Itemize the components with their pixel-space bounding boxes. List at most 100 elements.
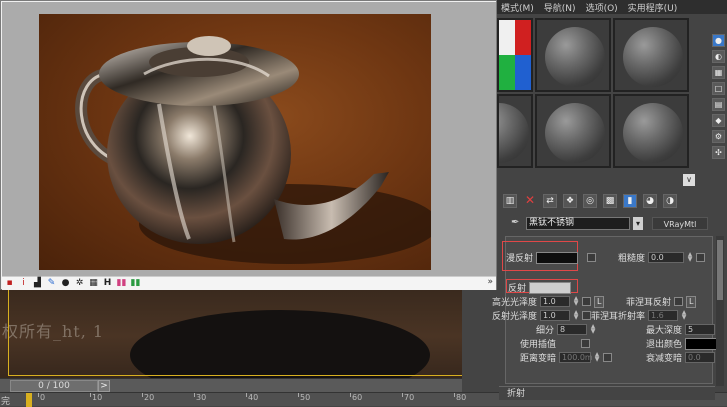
max-depth-label: 最大深度 <box>646 326 683 336</box>
subdivs-label: 细分 <box>536 326 555 336</box>
spinner-arrows-icon[interactable]: ▲▼ <box>590 324 596 335</box>
video-color-icon[interactable]: ▤ <box>712 98 725 111</box>
material-name-field[interactable]: 黑钛不锈钢 <box>526 216 630 230</box>
sphere-preview <box>545 27 605 87</box>
ruler-tick: 40 <box>245 393 259 402</box>
reflect-label: 反射 <box>508 284 527 294</box>
material-toolbar: ▥ ✕ ⇄ ❖ ◎ ▩ ▮ ◕ ◑ <box>499 192 707 210</box>
render-canvas <box>2 2 496 276</box>
fresnel-ior-label: 菲涅耳折射率 <box>591 312 646 322</box>
material-type-button[interactable]: VRayMtl <box>652 216 708 230</box>
ruler-tick: 50 <box>297 393 311 402</box>
show-map-icon[interactable]: ▩ <box>603 194 617 208</box>
dist-dim-spinner[interactable]: 100.0m <box>559 352 593 363</box>
fresnel-lock-button[interactable]: L <box>686 295 697 308</box>
refl-gloss-map-button[interactable] <box>582 311 592 320</box>
dim-falloff-spinner[interactable]: 0.0 <box>685 352 716 363</box>
spinner-arrows-icon[interactable]: ▲▼ <box>573 310 579 321</box>
ruler-tick: 10 <box>89 393 103 402</box>
spinner-arrows-icon[interactable]: ▲▼ <box>594 352 600 363</box>
time-slider[interactable]: 0 / 100 <box>10 380 98 392</box>
reflect-color-swatch[interactable] <box>529 281 572 294</box>
options-icon[interactable]: ⚙ <box>712 130 725 143</box>
put-library-icon[interactable]: ❖ <box>563 194 577 208</box>
menu-utilities[interactable]: 实用程序(U) <box>628 1 678 14</box>
select-by-material-icon[interactable]: ✣ <box>712 146 725 159</box>
region-icon[interactable]: ▟ <box>32 278 43 289</box>
refl-gloss-spinner[interactable]: 1.0 <box>540 310 571 321</box>
menu-modes[interactable]: 模式(M) <box>501 1 534 14</box>
uv-tiling-icon[interactable]: □ <box>712 82 725 95</box>
hilight-gloss-map-button[interactable] <box>582 297 592 306</box>
eyedropper-icon[interactable]: ✒ <box>511 217 523 229</box>
roughness-spinner[interactable]: 0.0 <box>648 252 685 263</box>
material-slot[interactable] <box>535 94 611 168</box>
go-to-parent-icon[interactable]: ◕ <box>643 194 657 208</box>
use-interp-checkbox[interactable] <box>581 339 591 348</box>
side-toolbar: ● ◐ ▦ □ ▤ ◆ ⚙ ✣ <box>710 34 727 159</box>
compare-icon[interactable]: ▮▮ <box>130 278 141 289</box>
assign-icon[interactable]: ⇄ <box>543 194 557 208</box>
ruler-tick: 80 <box>453 393 467 402</box>
refraction-section-header[interactable]: 折射 <box>499 386 715 400</box>
fresnel-ior-spinner[interactable]: 1.6 <box>648 310 679 321</box>
time-marker <box>26 393 32 407</box>
info-icon[interactable]: i <box>18 278 29 289</box>
teapot-render <box>75 36 431 264</box>
material-name-bar: ✒ 黑钛不锈钢 ▾ VRayMtl <box>511 216 711 230</box>
spinner-arrows-icon[interactable]: ▲▼ <box>681 310 687 321</box>
material-slot[interactable] <box>535 18 611 92</box>
ruler-tick: 20 <box>141 393 155 402</box>
material-editor: ∨ ● ◐ ▦ □ ▤ ◆ ⚙ ✣ ▥ ✕ ⇄ ❖ ◎ ▩ ▮ ◕ ◑ ✒ 黑钛… <box>492 14 727 400</box>
rendered-image <box>39 14 431 270</box>
dist-dim-checkbox[interactable] <box>603 353 613 362</box>
background-icon[interactable]: ▦ <box>712 66 725 79</box>
sphere-preview <box>499 103 529 163</box>
params-scrollbar[interactable] <box>716 236 724 386</box>
circle-icon[interactable]: ● <box>60 278 71 289</box>
menu-options[interactable]: 选项(O) <box>586 1 618 14</box>
material-slot[interactable] <box>613 94 689 168</box>
edit-icon[interactable]: ✎ <box>46 278 57 289</box>
show-end-result-icon[interactable]: ▮ <box>623 194 637 208</box>
hilight-lock-button[interactable]: L <box>594 295 605 308</box>
save-image-icon[interactable]: ▪ <box>4 278 15 289</box>
sphere-preview <box>623 27 683 87</box>
fresnel-checkbox[interactable] <box>674 297 684 306</box>
material-slot[interactable] <box>497 18 533 92</box>
material-slot[interactable] <box>497 94 533 168</box>
fresnel-label: 菲涅耳反射 <box>626 298 672 308</box>
go-forward-icon[interactable]: ◑ <box>663 194 677 208</box>
render-toolbar: ▪ i ▟ ✎ ● ✲ ▦ H ▮▮ ▮▮ <box>2 276 496 290</box>
hilight-gloss-spinner[interactable]: 1.0 <box>540 296 571 307</box>
time-next-button[interactable]: > <box>98 380 110 392</box>
spinner-arrows-icon[interactable]: ▲▼ <box>687 252 693 263</box>
material-slot[interactable] <box>613 18 689 92</box>
channel-icon[interactable]: ▮▮ <box>116 278 127 289</box>
diffuse-color-swatch[interactable] <box>536 251 579 264</box>
ruler-tick: 0 <box>37 393 46 402</box>
menu-navigation[interactable]: 导航(N) <box>544 1 576 14</box>
chevron-down-icon[interactable]: » <box>487 277 493 287</box>
diffuse-map-button[interactable] <box>587 253 597 262</box>
slot-scroll-down-button[interactable]: ∨ <box>683 174 695 186</box>
make-preview-icon[interactable]: ◆ <box>712 114 725 127</box>
ruler-label: 完 <box>1 397 11 407</box>
roughness-map-button[interactable] <box>696 253 706 262</box>
backlight-icon[interactable]: ◐ <box>712 50 725 63</box>
lut-icon[interactable]: ▦ <box>88 278 99 289</box>
scrollbar-thumb[interactable] <box>717 240 723 300</box>
sphere-preview <box>623 103 683 163</box>
subdivs-spinner[interactable]: 8 <box>557 324 588 335</box>
sample-type-icon[interactable]: ● <box>712 34 725 47</box>
get-material-icon[interactable]: ▥ <box>503 194 517 208</box>
material-name-dropdown[interactable]: ▾ <box>633 216 643 230</box>
spinner-arrows-icon[interactable]: ▲▼ <box>573 296 579 307</box>
lens-effects-icon[interactable]: ✲ <box>74 278 85 289</box>
ruler-tick: 30 <box>193 393 207 402</box>
effects-channel-icon[interactable]: ◎ <box>583 194 597 208</box>
timeline[interactable]: 0 / 100 > <box>0 378 462 392</box>
delete-icon[interactable]: ✕ <box>523 194 537 208</box>
histogram-icon[interactable]: H <box>102 278 113 289</box>
max-depth-spinner[interactable]: 5 <box>685 324 716 335</box>
